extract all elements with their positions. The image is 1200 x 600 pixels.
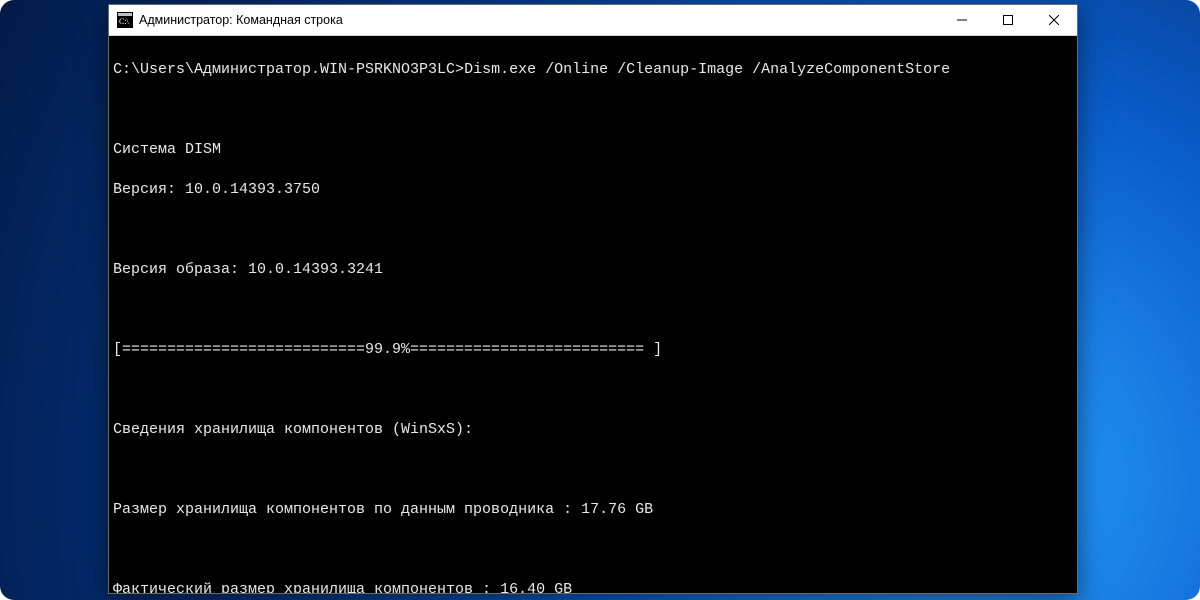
progress-bar: [===========================99.9%=======… — [113, 340, 1073, 360]
window-titlebar[interactable]: C:\ Администратор: Командная строка — [109, 5, 1077, 36]
desktop-background: C:\ Администратор: Командная строка C:\U… — [0, 0, 1200, 600]
entered-command: Dism.exe /Online /Cleanup-Image /Analyze… — [464, 61, 950, 78]
actual-store-size: Фактический размер хранилища компонентов… — [113, 580, 1073, 593]
svg-text:C:\: C:\ — [119, 17, 130, 26]
blank-line — [113, 380, 1073, 400]
blank-line — [113, 460, 1073, 480]
blank-line — [113, 100, 1073, 120]
minimize-button[interactable] — [939, 5, 985, 35]
maximize-button[interactable] — [985, 5, 1031, 35]
blank-line — [113, 220, 1073, 240]
prompt-line-1: C:\Users\Администратор.WIN-PSRKNO3P3LC>D… — [113, 60, 1073, 80]
terminal-output[interactable]: C:\Users\Администратор.WIN-PSRKNO3P3LC>D… — [109, 36, 1077, 593]
image-version: Версия образа: 10.0.14393.3241 — [113, 260, 1073, 280]
close-button[interactable] — [1031, 5, 1077, 35]
blank-line — [113, 540, 1073, 560]
cmd-icon: C:\ — [117, 12, 133, 28]
blank-line — [113, 300, 1073, 320]
explorer-reported-size: Размер хранилища компонентов по данным п… — [113, 500, 1073, 520]
window-title: Администратор: Командная строка — [139, 13, 343, 27]
command-prompt-window: C:\ Администратор: Командная строка C:\U… — [108, 4, 1078, 594]
winsxs-header: Сведения хранилища компонентов (WinSxS): — [113, 420, 1073, 440]
dism-version: Версия: 10.0.14393.3750 — [113, 180, 1073, 200]
prompt-path: C:\Users\Администратор.WIN-PSRKNO3P3LC> — [113, 61, 464, 78]
dism-system-name: Система DISM — [113, 140, 1073, 160]
